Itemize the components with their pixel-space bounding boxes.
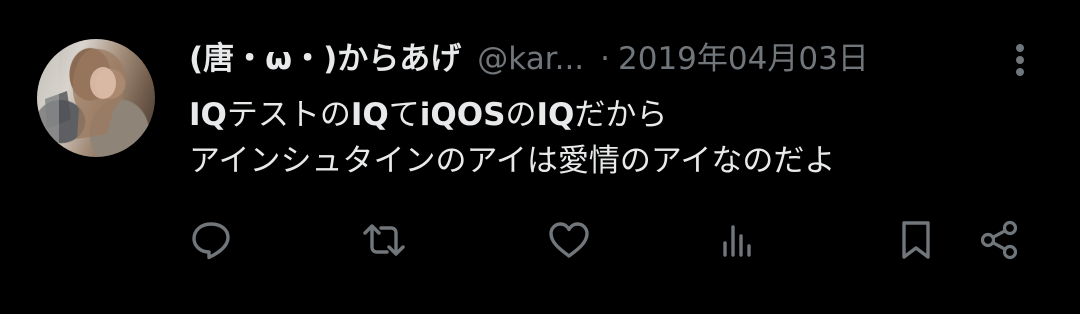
text-segment: て	[388, 97, 420, 133]
text-segment: IQ	[536, 97, 575, 133]
reply-icon	[192, 222, 230, 260]
reply-button[interactable]	[186, 215, 236, 265]
action-bar	[0, 215, 1080, 265]
text-segment: IQ	[350, 97, 389, 133]
tweet-date[interactable]: 2019年04月03日	[618, 36, 869, 82]
text-segment: IQ	[189, 97, 227, 133]
text-segment: の	[505, 97, 537, 133]
bookmark-icon	[902, 221, 930, 259]
more-vertical-icon	[1016, 44, 1024, 76]
heart-icon	[549, 222, 589, 258]
bookmark-button[interactable]	[891, 215, 941, 265]
tweet[interactable]: (唐・ω・)からあげ @kar... · 2019年04月03日 IQテストのI…	[0, 0, 1080, 314]
like-button[interactable]	[544, 215, 594, 265]
views-icon	[723, 225, 751, 257]
text-segment: iQOS	[419, 97, 506, 133]
more-button[interactable]	[1004, 40, 1036, 80]
retweet-icon	[363, 224, 405, 256]
separator-dot: ·	[600, 41, 611, 77]
text-segment: だから	[574, 97, 668, 133]
tweet-text-line-1: IQテストのIQてiQOSのIQだから	[189, 92, 835, 138]
share-icon	[980, 220, 1018, 260]
avatar[interactable]	[37, 39, 155, 157]
avatar-image	[37, 39, 126, 157]
views-button[interactable]	[712, 215, 762, 265]
text-segment: テストの	[226, 97, 351, 133]
tweet-header: (唐・ω・)からあげ @kar... · 2019年04月03日	[189, 36, 869, 82]
display-name[interactable]: (唐・ω・)からあげ	[189, 36, 461, 82]
share-button[interactable]	[974, 215, 1024, 265]
tweet-text: IQテストのIQてiQOSのIQだから アインシュタインのアイは愛情のアイなのだ…	[189, 92, 835, 184]
user-handle[interactable]: @kar...	[477, 36, 584, 82]
retweet-button[interactable]	[359, 215, 409, 265]
tweet-text-line-2: アインシュタインのアイは愛情のアイなのだよ	[189, 143, 836, 179]
